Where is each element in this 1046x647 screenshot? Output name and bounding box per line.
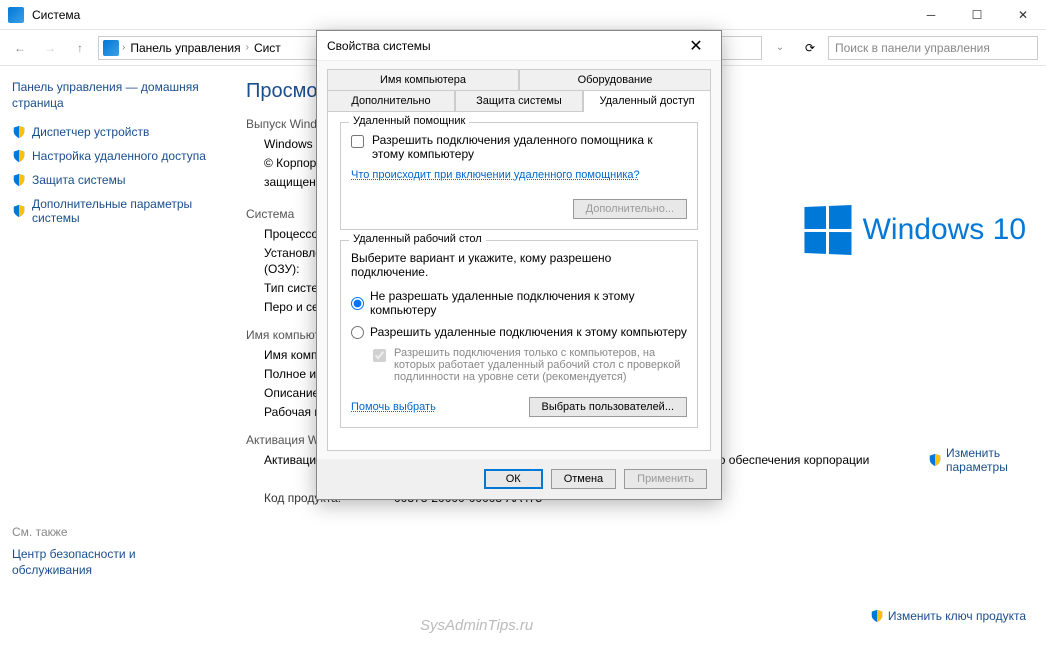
remote-assistance-help-link[interactable]: Что происходит при включении удаленного … — [351, 169, 640, 181]
value: © Корпора — [264, 156, 323, 170]
breadcrumb-item[interactable]: Сист — [252, 41, 283, 55]
label: Описание: — [264, 386, 323, 400]
close-button[interactable]: ✕ — [1000, 0, 1046, 30]
nla-checkbox: Разрешить подключения только с компьютер… — [373, 347, 687, 383]
link-label: Изменить ключ продукта — [888, 609, 1026, 623]
sidebar-item-remote[interactable]: Настройка удаленного доступа — [12, 149, 206, 163]
radio-input[interactable] — [351, 297, 364, 310]
checkbox-input[interactable] — [351, 135, 364, 148]
tab-hardware[interactable]: Оборудование — [519, 69, 711, 90]
shield-icon — [12, 173, 26, 187]
sidebar-item-label: Дополнительные параметры системы — [32, 197, 206, 225]
tab-computer-name[interactable]: Имя компьютера — [327, 69, 519, 90]
sidebar-item-device-manager[interactable]: Диспетчер устройств — [12, 125, 206, 139]
group-title: Удаленный рабочий стол — [349, 233, 486, 245]
shield-icon — [12, 204, 26, 218]
windows-logo: Windows 10 — [803, 206, 1026, 254]
radio-label: Не разрешать удаленные подключения к это… — [370, 289, 687, 317]
select-users-button[interactable]: Выбрать пользователей... — [529, 397, 688, 417]
windows-logo-text: Windows 10 — [863, 213, 1026, 247]
radio-label: Разрешить удаленные подключения к этому … — [370, 325, 687, 339]
control-panel-icon — [103, 40, 119, 56]
system-icon — [8, 7, 24, 23]
refresh-button[interactable]: ⟳ — [798, 36, 822, 60]
group-title: Удаленный помощник — [349, 115, 469, 127]
checkbox-input — [373, 349, 386, 362]
dialog-title: Свойства системы — [327, 39, 681, 53]
checkbox-label: Разрешить подключения только с компьютер… — [394, 347, 687, 383]
radio-input[interactable] — [351, 326, 364, 339]
sidebar-item-label: Настройка удаленного доступа — [32, 149, 206, 163]
window-title: Система — [32, 8, 1038, 22]
advanced-button[interactable]: Дополнительно... — [573, 199, 687, 219]
help-choose-link[interactable]: Помочь выбрать — [351, 401, 436, 413]
allow-remote-assistance-checkbox[interactable]: Разрешить подключения удаленного помощни… — [351, 133, 687, 161]
back-button[interactable]: ← — [8, 36, 32, 60]
cancel-button[interactable]: Отмена — [551, 469, 616, 489]
see-also-heading: См. также — [12, 525, 206, 539]
shield-icon — [870, 609, 884, 623]
radio-deny-remote[interactable]: Не разрешать удаленные подключения к это… — [351, 289, 687, 317]
maximize-button[interactable]: ☐ — [954, 0, 1000, 30]
dropdown-icon[interactable]: ⌄ — [768, 36, 792, 60]
tab-remote[interactable]: Удаленный доступ — [583, 90, 711, 111]
up-button[interactable]: ↑ — [68, 36, 92, 60]
sidebar-item-label: Защита системы — [32, 173, 125, 187]
change-settings-link[interactable]: Изменить параметры — [928, 446, 1026, 474]
chevron-right-icon: › — [122, 42, 125, 53]
minimize-button[interactable]: ─ — [908, 0, 954, 30]
breadcrumb-item[interactable]: Панель управления — [128, 41, 242, 55]
sidebar-item-protection[interactable]: Защита системы — [12, 173, 206, 187]
shield-icon — [12, 125, 26, 139]
search-input[interactable]: Поиск в панели управления — [828, 36, 1038, 60]
radio-allow-remote[interactable]: Разрешить удаленные подключения к этому … — [351, 325, 687, 339]
sidebar-heading[interactable]: Панель управления — домашняя страница — [12, 80, 206, 111]
checkbox-label: Разрешить подключения удаленного помощни… — [372, 133, 687, 161]
see-also-link[interactable]: Центр безопасности и обслуживания — [12, 547, 206, 578]
shield-icon — [12, 149, 26, 163]
sidebar-item-advanced[interactable]: Дополнительные параметры системы — [12, 197, 206, 225]
ok-button[interactable]: ОК — [484, 469, 543, 489]
shield-icon — [928, 453, 942, 467]
chevron-right-icon: › — [246, 42, 249, 53]
watermark: SysAdminTips.ru — [420, 617, 533, 634]
system-properties-dialog: Свойства системы ✕ Имя компьютера Оборуд… — [316, 30, 722, 500]
group-description: Выберите вариант и укажите, кому разреше… — [351, 251, 687, 279]
apply-button[interactable]: Применить — [624, 469, 707, 489]
close-icon[interactable]: ✕ — [681, 31, 711, 61]
forward-button[interactable]: → — [38, 36, 62, 60]
tab-advanced[interactable]: Дополнительно — [327, 90, 455, 111]
label: (ОЗУ): — [264, 262, 299, 276]
link-label: Изменить параметры — [946, 446, 1026, 474]
sidebar-item-label: Диспетчер устройств — [32, 125, 149, 139]
tab-protection[interactable]: Защита системы — [455, 90, 583, 111]
change-product-key-link[interactable]: Изменить ключ продукта — [870, 609, 1026, 623]
